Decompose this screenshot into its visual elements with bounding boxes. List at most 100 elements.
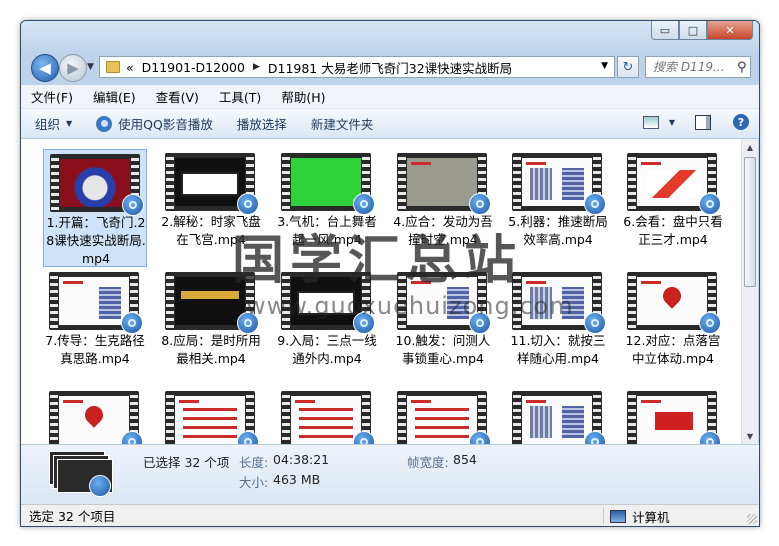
change-view-icon[interactable]: [642, 115, 659, 129]
file-name: 11.切入：就按三样随心用.mp4: [510, 333, 606, 366]
recent-pages-dropdown[interactable]: ▼: [87, 62, 94, 72]
play-selection-button[interactable]: 播放选择: [237, 114, 287, 133]
qq-video-icon: [584, 193, 606, 215]
new-folder-label: 新建文件夹: [310, 117, 374, 132]
file-name: 6.会看：盘中只看正三才.mp4: [623, 214, 723, 247]
details-pane: 已选择 32 个项 长度: 04:38:21 帧宽度: 854 大小: 463 …: [21, 444, 759, 505]
help-icon[interactable]: ?: [733, 114, 749, 130]
menu-file[interactable]: 文件(F): [31, 87, 73, 106]
address-dropdown-icon[interactable]: ▼: [601, 61, 608, 71]
menu-view[interactable]: 查看(V): [156, 87, 199, 106]
resize-grip[interactable]: [747, 514, 757, 524]
forward-button[interactable]: ▶: [59, 54, 87, 82]
file-item[interactable]: 10.触发：问测人事锁重心.mp4: [391, 268, 495, 386]
file-item[interactable]: 2.解秘：时家飞盘在飞宫.mp4: [159, 149, 263, 267]
search-box[interactable]: ⚲: [645, 56, 751, 78]
address-bar[interactable]: « D11901-D12000 ▶ D11981 大易老师飞奇门32课快速实战断…: [99, 56, 615, 78]
menu-edit[interactable]: 编辑(E): [93, 87, 136, 106]
search-input[interactable]: [651, 59, 735, 75]
explorer-window: ▭ □ ✕ ◀ ▶ ▼ « D11901-D12000 ▶ D11981 大易老…: [20, 20, 760, 527]
file-item[interactable]: 13.用神：必看生: [43, 387, 147, 444]
file-name: 4.应合：发动为吾撞时空.mp4: [393, 214, 493, 247]
view-controls: ▼ ?: [642, 114, 749, 130]
file-item[interactable]: 8.应局：是时所用最相关.mp4: [159, 268, 263, 386]
frame-width-value: 854: [453, 452, 477, 467]
breadcrumb-item-parent[interactable]: D11901-D12000: [142, 60, 245, 75]
file-item[interactable]: 4.应合：发动为吾撞时空.mp4: [391, 149, 495, 267]
qq-video-icon: [121, 431, 143, 444]
scroll-thumb[interactable]: [744, 157, 756, 287]
qq-video-icon: [584, 431, 606, 444]
qq-video-icon: [121, 312, 143, 334]
file-item[interactable]: 15.点窍：或运或: [275, 387, 379, 444]
file-name: 2.解秘：时家飞盘在飞宫.mp4: [161, 214, 261, 247]
file-item[interactable]: 5.利器：推速断局效率高.mp4: [506, 149, 610, 267]
qq-video-icon: [353, 431, 375, 444]
file-name: 10.触发：问测人事锁重心.mp4: [395, 333, 491, 366]
file-item[interactable]: 12.对应：点落宫中立体动.mp4: [621, 268, 725, 386]
scroll-up-icon[interactable]: ▲: [742, 139, 758, 155]
navigation-bar: ◀ ▶ ▼ « D11901-D12000 ▶ D11981 大易老师飞奇门32…: [21, 51, 759, 85]
qq-video-icon: [237, 193, 259, 215]
file-name: 3.气机：台上舞者起一风.mp4: [277, 214, 377, 247]
new-folder-button[interactable]: 新建文件夹: [311, 114, 374, 133]
qq-video-icon: [699, 431, 721, 444]
status-bar: 选定 32 个项目 计算机: [21, 504, 759, 526]
qq-video-icon: [699, 193, 721, 215]
file-name: 9.入局：三点一线通外内.mp4: [277, 333, 377, 366]
caption-buttons: ▭ □ ✕: [651, 21, 753, 40]
menu-bar: 文件(F) 编辑(E) 查看(V) 工具(T) 帮助(H): [21, 85, 759, 109]
folder-icon: [106, 61, 120, 73]
play-with-qq-button[interactable]: 使用QQ影音播放: [96, 114, 213, 133]
qq-video-icon: [469, 312, 491, 334]
file-name: 5.利器：推速断局效率高.mp4: [508, 214, 608, 247]
status-selection-text: 选定 32 个项目: [29, 509, 116, 524]
play-with-qq-label: 使用QQ影音播放: [118, 117, 213, 132]
file-item[interactable]: 14.开断：逆读真: [159, 387, 263, 444]
breadcrumb-overflow[interactable]: «: [126, 60, 134, 75]
file-name: 8.应局：是时所用最相关.mp4: [161, 333, 261, 366]
qq-video-icon: [237, 431, 259, 444]
status-zone-label: 计算机: [632, 509, 670, 525]
breadcrumb-separator-icon[interactable]: ▶: [253, 62, 260, 72]
breadcrumb-item-current[interactable]: D11981 大易老师飞奇门32课快速实战断局: [268, 58, 512, 77]
qq-video-icon: [699, 312, 721, 334]
search-icon[interactable]: ⚲: [737, 60, 747, 75]
qq-video-icon: [469, 431, 491, 444]
qq-player-icon: [96, 115, 113, 132]
status-zone: 计算机: [603, 508, 670, 525]
computer-icon: [610, 509, 626, 523]
selected-count: 已选择 32 个项: [143, 455, 230, 470]
scroll-down-icon[interactable]: ▼: [742, 428, 758, 444]
file-item[interactable]: 9.入局：三点一线通外内.mp4: [275, 268, 379, 386]
preview-pane-icon[interactable]: [695, 114, 711, 130]
menu-tools[interactable]: 工具(T): [219, 87, 261, 106]
minimize-button[interactable]: ▭: [651, 21, 679, 40]
qq-video-icon: [584, 312, 606, 334]
file-item[interactable]: 11.切入：就按三样随心用.mp4: [506, 268, 610, 386]
qq-video-icon: [353, 312, 375, 334]
selection-stack-thumbnail: [49, 451, 113, 497]
title-bar: ▭ □ ✕: [21, 21, 759, 51]
file-item[interactable]: 17.测事：定准鄂: [506, 387, 610, 444]
maximize-button[interactable]: □: [679, 21, 707, 40]
file-name: 7.传导：生克路径真思路.mp4: [45, 333, 145, 366]
refresh-button[interactable]: ↻: [617, 56, 639, 78]
file-list: 1.开篇：飞奇门.28课快速实战断局.mp4 2.解秘：时家飞盘在飞宫.mp4 3.…: [21, 139, 741, 444]
length-label: 长度:: [239, 455, 269, 470]
vertical-scrollbar[interactable]: ▲ ▼: [741, 139, 758, 444]
close-button[interactable]: ✕: [707, 21, 753, 40]
menu-help[interactable]: 帮助(H): [281, 87, 325, 106]
file-item[interactable]: 1.开篇：飞奇门.28课快速实战断局.mp4: [43, 149, 147, 267]
organize-label: 组织: [35, 117, 61, 132]
file-item[interactable]: 16.测运：先天密: [391, 387, 495, 444]
file-item[interactable]: 6.会看：盘中只看正三才.mp4: [621, 149, 725, 267]
file-item[interactable]: 3.气机：台上舞者起一风.mp4: [275, 149, 379, 267]
file-item[interactable]: 7.传导：生克路径真思路.mp4: [43, 268, 147, 386]
view-options-chevron-icon[interactable]: ▼: [669, 118, 675, 127]
frame-width-label: 帧宽度:: [407, 455, 449, 470]
organize-button[interactable]: 组织 ▼: [35, 114, 72, 133]
back-button[interactable]: ◀: [31, 54, 59, 82]
chevron-down-icon: ▼: [66, 119, 73, 128]
file-item[interactable]: 18.强化：为用而: [621, 387, 725, 444]
